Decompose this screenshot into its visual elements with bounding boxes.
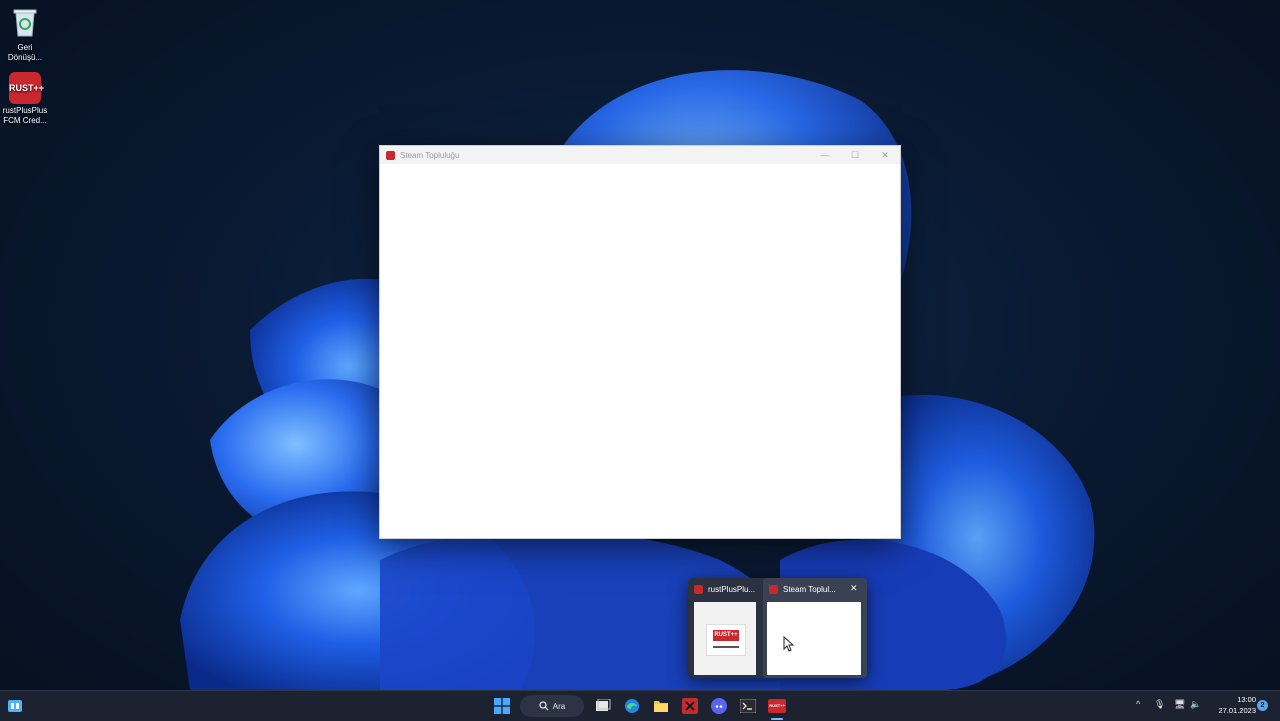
desktop-icon-rustplusplus[interactable]: RUST++ rustPlusPlus FCM Cred...	[0, 72, 50, 126]
window-title: Steam Topluluğu	[400, 150, 460, 160]
preview-image	[767, 602, 861, 675]
minimize-button[interactable]: —	[810, 146, 840, 164]
edge-icon	[625, 699, 639, 713]
rust-app-button[interactable]	[680, 696, 700, 716]
terminal-icon	[740, 699, 756, 713]
preview-title: rustPlusPlu...	[708, 584, 756, 594]
taskbar-preview-popup: rustPlusPlu... RUST++ Steam Toplul... ✕	[688, 578, 867, 678]
rust-app-icon	[682, 698, 698, 714]
preview-image: RUST++	[694, 602, 756, 675]
app-icon	[694, 584, 703, 594]
maximize-button[interactable]: ☐	[840, 146, 870, 164]
window-titlebar[interactable]: Steam Topluluğu — ☐ ✕	[380, 146, 900, 164]
preview-close-button[interactable]: ✕	[850, 583, 858, 594]
taskbar: Ara RUST++ ^ 🎙 🖥 🔈 13:00 27.01.2023 2	[0, 690, 1280, 721]
file-explorer-button[interactable]	[651, 696, 671, 716]
preview-title: Steam Toplul...	[783, 584, 836, 594]
mouse-cursor-icon	[783, 636, 795, 652]
widgets-icon	[8, 700, 22, 712]
steam-community-window[interactable]: Steam Topluluğu — ☐ ✕	[379, 145, 901, 539]
clock-time: 13:00	[1237, 695, 1256, 704]
rustplusplus-taskbar-button[interactable]: RUST++	[767, 696, 787, 716]
search-button[interactable]: Ara	[520, 695, 584, 717]
desktop-icon-recycle-bin[interactable]: Geri Dönüşü...	[0, 6, 50, 63]
windows-logo-icon	[494, 698, 510, 714]
notification-badge[interactable]: 2	[1257, 700, 1268, 711]
discord-icon	[711, 698, 727, 714]
desktop-icon-label: Geri Dönüşü...	[7, 43, 43, 62]
preview-thumb-rustplusplus[interactable]: rustPlusPlu... RUST++	[688, 578, 760, 678]
clock[interactable]: 13:00 27.01.2023	[1208, 694, 1256, 716]
close-button[interactable]: ✕	[870, 146, 900, 164]
app-icon	[769, 584, 778, 594]
desktop-icon-label: rustPlusPlus FCM Cred...	[2, 106, 48, 125]
clock-date: 27.01.2023	[1218, 706, 1256, 715]
volume-icon[interactable]: 🔈	[1190, 699, 1201, 710]
search-label: Ara	[552, 701, 566, 711]
file-explorer-icon	[654, 701, 668, 712]
task-view-button[interactable]	[593, 696, 613, 716]
start-button[interactable]	[492, 696, 512, 716]
terminal-button[interactable]	[738, 696, 758, 716]
rustplusplus-icon: RUST++	[713, 630, 739, 641]
rustplusplus-icon: RUST++	[768, 699, 786, 713]
recycle-bin-icon	[13, 9, 37, 37]
window-content	[380, 164, 900, 538]
show-hidden-icons-button[interactable]: ^	[1136, 699, 1140, 709]
preview-thumb-steam-community[interactable]: Steam Toplul... ✕	[763, 578, 867, 678]
widgets-button[interactable]	[5, 696, 25, 716]
discord-button[interactable]	[709, 696, 729, 716]
microphone-icon[interactable]: 🎙	[1154, 699, 1165, 710]
search-icon	[539, 701, 549, 711]
edge-button[interactable]	[622, 696, 642, 716]
rustplusplus-icon: RUST++	[9, 72, 44, 104]
task-view-icon	[596, 699, 611, 711]
network-icon[interactable]: 🖥	[1174, 699, 1185, 710]
app-icon	[386, 150, 395, 160]
